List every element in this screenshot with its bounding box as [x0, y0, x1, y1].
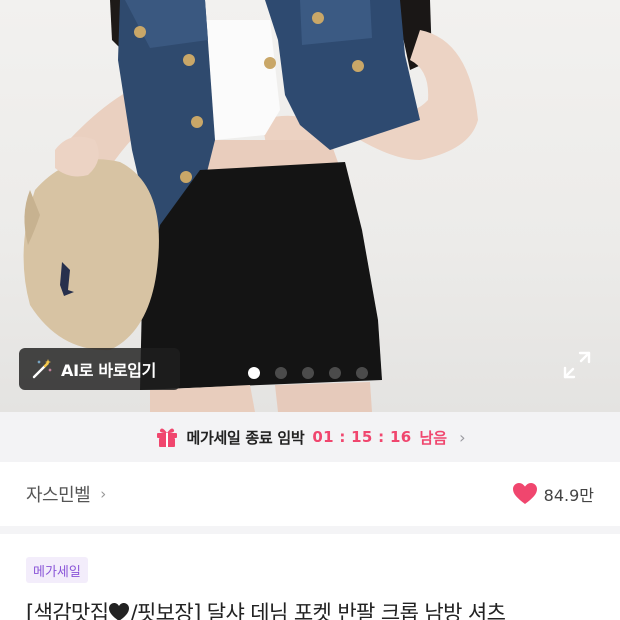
shop-row: 자스민벨 › 84.9만 — [0, 462, 620, 534]
mega-sale-badge: 메가세일 — [26, 557, 88, 583]
carousel-dot[interactable] — [275, 367, 287, 379]
like-count: 84.9만 — [543, 486, 594, 505]
product-title: [색감맛집/핏보장] 달샤 데님 포켓 반팔 크롭 남방 셔츠 — [26, 597, 620, 620]
carousel-dot[interactable] — [248, 367, 260, 379]
carousel-dot[interactable] — [329, 367, 341, 379]
carousel-dot[interactable] — [302, 367, 314, 379]
chevron-right-icon: › — [459, 427, 466, 447]
ai-try-on-button[interactable]: AI로 바로입기 — [19, 348, 180, 390]
carousel-dot[interactable] — [356, 367, 368, 379]
chevron-right-icon: › — [100, 485, 107, 503]
shop-link[interactable]: 자스민벨 › — [26, 481, 106, 507]
like-button[interactable]: 84.9만 — [512, 482, 594, 506]
product-title-prefix: [색감맛집 — [26, 601, 109, 620]
remaining-label: 남음 — [419, 428, 448, 447]
shop-name: 자스민벨 — [26, 485, 91, 506]
countdown-timer: 01 : 15 : 16 — [312, 428, 412, 446]
gift-icon — [156, 428, 177, 447]
heart-icon — [512, 483, 537, 504]
carousel-indicator — [248, 367, 368, 379]
magic-wand-icon — [32, 359, 52, 379]
mega-sale-banner[interactable]: 메가세일 종료 임박 01 : 15 : 16 남음 › — [0, 412, 620, 462]
black-heart-icon — [109, 603, 130, 620]
ai-try-on-label: AI로 바로입기 — [61, 361, 157, 380]
product-title-suffix: /핏보장] 달샤 데님 포켓 반팔 크롭 남방 셔츠 — [130, 601, 506, 620]
expand-icon[interactable] — [562, 350, 592, 380]
sale-text: 메가세일 종료 임박 — [186, 428, 305, 447]
product-image[interactable]: AI로 바로입기 — [0, 0, 620, 412]
